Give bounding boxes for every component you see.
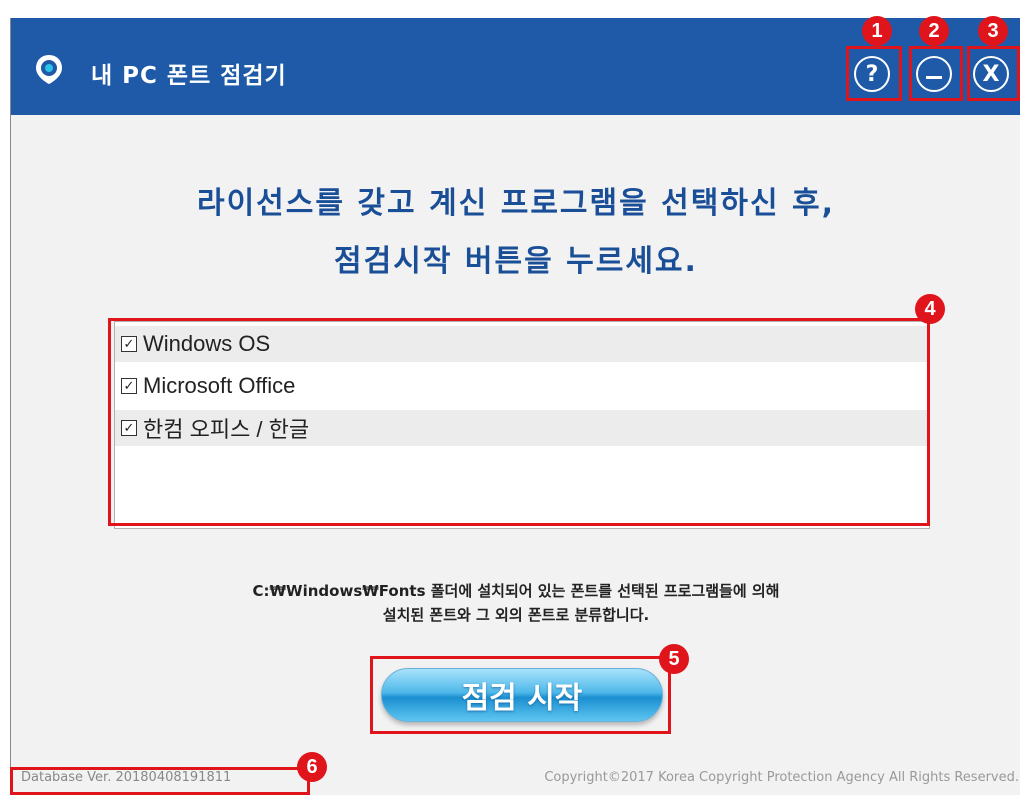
callout-box-2 (909, 46, 963, 101)
callout-badge-5: 5 (659, 644, 689, 674)
callout-box-6 (10, 767, 310, 795)
callout-badge-2: 2 (919, 16, 949, 46)
instruction-line-2: 점검시작 버튼을 누르세요. (334, 244, 698, 279)
callout-box-4 (108, 318, 930, 526)
copyright-text: Copyright©2017 Korea Copyright Protectio… (544, 770, 1019, 785)
app-logo-icon (36, 55, 62, 84)
note-line-1: C:₩Windows₩Fonts 폴더에 설치되어 있는 폰트를 선택된 프로그… (252, 582, 780, 600)
window-title: 내 PC 폰트 점검기 (91, 63, 287, 89)
callout-box-3 (967, 46, 1020, 101)
callout-box-5 (370, 656, 671, 734)
note-line-2: 설치된 폰트와 그 외의 폰트로 분류합니다. (382, 606, 650, 624)
callout-badge-4: 4 (915, 294, 945, 324)
callout-badge-3: 3 (978, 16, 1008, 46)
callout-box-1 (846, 46, 902, 101)
instruction-line-1: 라이선스를 갖고 계신 프로그램을 선택하신 후, (196, 186, 836, 221)
callout-badge-6: 6 (297, 752, 327, 782)
callout-badge-1: 1 (862, 16, 892, 46)
